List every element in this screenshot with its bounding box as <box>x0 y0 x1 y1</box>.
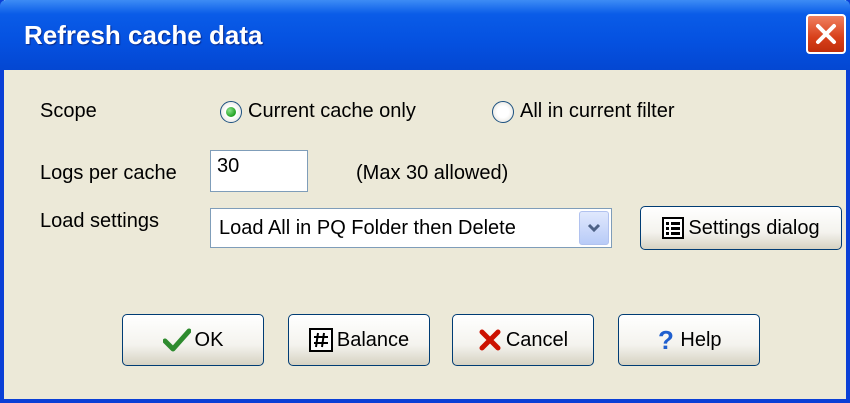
balance-label: Balance <box>336 328 410 351</box>
cancel-label: Cancel <box>505 328 569 351</box>
radio-label: Current cache only <box>248 100 416 122</box>
cancel-button[interactable]: Cancel <box>452 314 594 366</box>
settings-dialog-label: Settings dialog <box>688 216 820 239</box>
logs-per-cache-label: Logs per cache <box>40 162 177 184</box>
radio-dot-selected[interactable] <box>220 100 242 123</box>
dialog-body: Scope Current cache only All in current … <box>4 70 846 399</box>
radio-label: All in current filter <box>520 100 675 122</box>
question-icon: ? <box>656 327 676 353</box>
help-button[interactable]: ? Help <box>618 314 760 366</box>
hash-icon <box>308 328 333 352</box>
settings-dialog-button[interactable]: Settings dialog <box>640 206 842 250</box>
load-settings-select[interactable]: Load All in PQ Folder then Delete <box>210 208 612 248</box>
radio-current-cache-only[interactable]: Current cache only <box>220 100 416 123</box>
checkmark-icon <box>162 328 191 352</box>
title-bar[interactable]: Refresh cache data <box>0 0 850 70</box>
list-icon <box>662 217 685 239</box>
scope-label: Scope <box>40 100 97 122</box>
ok-button[interactable]: OK <box>122 314 264 366</box>
dropdown-button[interactable] <box>579 211 609 245</box>
x-icon <box>478 328 502 352</box>
radio-all-in-current-filter[interactable]: All in current filter <box>492 100 675 123</box>
svg-text:?: ? <box>658 327 674 353</box>
load-settings-selected: Load All in PQ Folder then Delete <box>219 217 516 239</box>
balance-button[interactable]: Balance <box>288 314 430 366</box>
max-allowed-hint: (Max 30 allowed) <box>356 162 509 184</box>
load-settings-label: Load settings <box>40 210 159 232</box>
chevron-down-icon <box>587 223 601 233</box>
ok-label: OK <box>194 328 224 351</box>
close-button[interactable] <box>806 14 846 54</box>
window-title: Refresh cache data <box>24 20 263 50</box>
radio-dot[interactable] <box>492 100 514 123</box>
logs-per-cache-input[interactable]: 30 <box>210 150 308 192</box>
dialog-window: Refresh cache data Scope Current cache o… <box>0 0 850 403</box>
close-icon <box>816 24 836 44</box>
help-label: Help <box>680 328 722 351</box>
logs-per-cache-value: 30 <box>217 155 240 177</box>
